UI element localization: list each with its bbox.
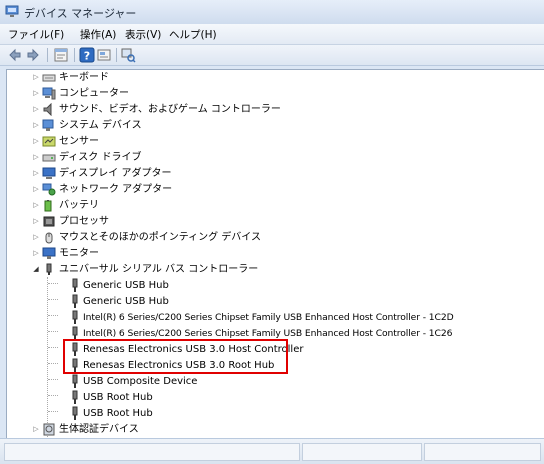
tree-node-label: サウンド、ビデオ、およびゲーム コントローラー	[59, 104, 281, 115]
tree-connector	[48, 411, 58, 412]
usb-device-label: Generic USB Hub	[83, 296, 169, 307]
collapse-arrow-icon[interactable]: ◢	[31, 264, 41, 274]
sensor-icon	[42, 136, 56, 147]
device-tree[interactable]: ▷ キーボード ▷ コンピューター ▷ サウンド、ビデオ、およびゲーム コントロ…	[6, 69, 544, 439]
device-manager-icon	[5, 5, 19, 17]
network-adapter-icon	[42, 183, 56, 196]
monitor-icon	[42, 247, 56, 259]
disk-drive-icon	[42, 154, 56, 162]
device-scan-icon[interactable]	[120, 47, 136, 63]
status-bar	[0, 438, 544, 464]
expand-arrow-icon[interactable]: ▷	[31, 216, 41, 226]
expand-arrow-icon[interactable]: ▷	[31, 104, 41, 114]
menu-file[interactable]: ファイル(F)	[8, 27, 64, 42]
usb-plug-icon	[72, 326, 78, 340]
tree-node-label: マウスとそのほかのポインティング デバイス	[59, 232, 261, 243]
processor-icon	[43, 216, 55, 227]
usb-plug-icon	[72, 294, 78, 308]
computer-icon	[42, 87, 56, 100]
menu-action[interactable]: 操作(A)	[80, 27, 116, 42]
tree-connector	[47, 277, 48, 438]
expand-arrow-icon[interactable]: ▷	[31, 152, 41, 162]
tree-connector	[48, 347, 58, 348]
toolbar: ?	[0, 45, 544, 66]
usb-device-label: Renesas Electronics USB 3.0 Root Hub	[83, 360, 275, 371]
tree-node-label: モニター	[59, 248, 99, 259]
tree-node-label: ディスク ドライブ	[59, 152, 142, 163]
help-icon[interactable]: ?	[79, 47, 95, 63]
biometric-icon	[43, 423, 55, 436]
usb-device-label: Intel(R) 6 Series/C200 Series Chipset Fa…	[83, 328, 453, 339]
keyboard-icon	[42, 74, 56, 82]
tree-connector	[48, 315, 58, 316]
status-cell	[424, 443, 541, 461]
usb-plug-icon	[72, 390, 78, 404]
window-title: デバイス マネージャー	[24, 7, 137, 20]
tree-node-label: システム デバイス	[59, 120, 142, 131]
usb-plug-icon	[72, 358, 78, 372]
status-cell	[302, 443, 422, 461]
expand-arrow-icon[interactable]: ▷	[31, 136, 41, 146]
usb-device-label: USB Composite Device	[83, 376, 198, 387]
toolbar-separator	[47, 48, 48, 62]
tree-connector	[48, 379, 58, 380]
usb-device-label: USB Root Hub	[83, 392, 153, 403]
scan-hardware-icon[interactable]	[96, 47, 112, 63]
usb-plug-icon	[72, 278, 78, 292]
tree-node-label: ネットワーク アダプター	[59, 184, 173, 195]
back-arrow-icon[interactable]	[7, 47, 23, 63]
expand-arrow-icon[interactable]: ▷	[31, 232, 41, 242]
tree-node-label: コンピューター	[59, 88, 129, 99]
system-device-icon	[42, 119, 54, 131]
tree-node-label: ディスプレイ アダプター	[59, 168, 172, 179]
expand-arrow-icon[interactable]: ▷	[31, 248, 41, 258]
tree-connector	[48, 395, 58, 396]
usb-plug-icon	[72, 310, 78, 324]
usb-device-label: Generic USB Hub	[83, 280, 169, 291]
forward-arrow-icon[interactable]	[25, 47, 41, 63]
expand-arrow-icon[interactable]: ▷	[31, 168, 41, 178]
tree-node-label: バッテリ	[59, 200, 99, 211]
usb-plug-icon	[72, 406, 78, 420]
tree-node-label: センサー	[59, 136, 99, 147]
usb-controller-icon	[46, 263, 52, 275]
toolbar-separator	[74, 48, 75, 62]
status-cell	[4, 443, 300, 461]
battery-icon	[44, 200, 52, 212]
tree-connector	[48, 299, 58, 300]
usb-device-label: USB Root Hub	[83, 408, 153, 419]
expand-arrow-icon[interactable]: ▷	[31, 72, 41, 82]
usb-device-label: Renesas Electronics USB 3.0 Host Control…	[83, 344, 304, 355]
usb-plug-icon	[72, 374, 78, 388]
expand-arrow-icon[interactable]: ▷	[31, 88, 41, 98]
tree-connector	[48, 363, 58, 364]
expand-arrow-icon[interactable]: ▷	[31, 120, 41, 130]
expand-arrow-icon[interactable]: ▷	[31, 200, 41, 210]
svg-text:?: ?	[84, 50, 90, 63]
menu-help[interactable]: ヘルプ(H)	[169, 27, 217, 42]
usb-device-label: Intel(R) 6 Series/C200 Series Chipset Fa…	[83, 312, 454, 323]
title-bar[interactable]: デバイス マネージャー	[0, 0, 544, 25]
expand-arrow-icon[interactable]: ▷	[31, 184, 41, 194]
menu-view[interactable]: 表示(V)	[125, 27, 161, 42]
properties-icon[interactable]	[53, 47, 69, 63]
usb-plug-icon	[72, 342, 78, 356]
toolbar-separator	[116, 48, 117, 62]
tree-node-label: 生体認証デバイス	[59, 424, 139, 435]
expand-arrow-icon[interactable]: ▷	[31, 424, 41, 434]
tree-connector	[48, 283, 58, 284]
mouse-icon	[45, 232, 53, 244]
tree-connector	[48, 331, 58, 332]
tree-node-label: キーボード	[59, 72, 109, 83]
display-adapter-icon	[42, 167, 56, 179]
tree-node-label: ユニバーサル シリアル バス コントローラー	[59, 264, 259, 275]
speaker-icon	[43, 103, 52, 116]
tree-node-label: プロセッサ	[59, 216, 109, 227]
menu-bar: ファイル(F) 操作(A) 表示(V) ヘルプ(H)	[0, 24, 544, 45]
